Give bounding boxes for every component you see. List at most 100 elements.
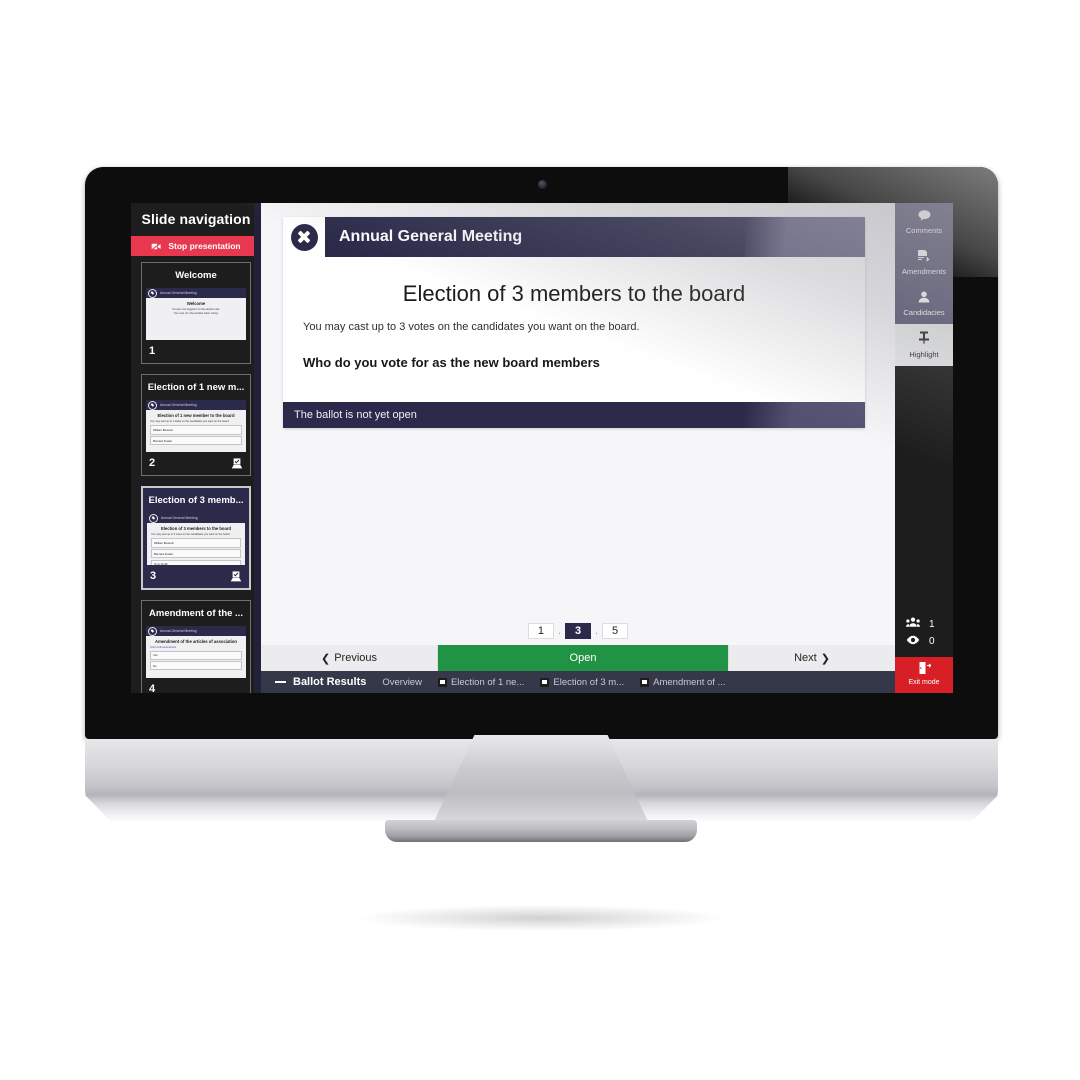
slide-thumbnail-preview: Annual General Meeting Welcome You are now… [146, 288, 246, 340]
logo-container [283, 217, 325, 257]
ballot-results-bar: Ballot Results Overview Election of 1 ne.… [261, 671, 895, 693]
slide-thumbnail-title: Amendment of the ... [142, 601, 250, 626]
pagination-ellipsis: . [557, 625, 561, 637]
ballot-box-icon [230, 570, 242, 582]
mini-slide-option: Bernard Fowler [151, 549, 241, 559]
previous-button[interactable]: ❮ Previous [261, 645, 438, 671]
x-mark-logo-icon [148, 288, 157, 298]
slide-thumbnail-2[interactable]: Election of 1 new m... Annual General Mee… [141, 374, 251, 476]
right-tool-rail: Comments Amendments Candidacies Highligh… [895, 203, 953, 693]
pagination-page-5[interactable]: 5 [602, 623, 629, 639]
ballot-results-title[interactable]: Ballot Results [275, 676, 366, 688]
ballot-results-tab-label: Amendment of ... [653, 676, 726, 688]
rail-counters: 1 0 [895, 609, 953, 657]
ballot-status-sheen [745, 402, 865, 428]
sidebar-scrollbar[interactable] [254, 203, 261, 693]
slide-title: Election of 3 members to the board [402, 281, 746, 306]
presentation-controls: ❮ Previous Open Next ❯ [261, 645, 895, 671]
mini-slide-body: Election of 3 members to the board You ma… [147, 523, 245, 565]
mini-slide-header-title: Annual General Meeting [160, 291, 197, 295]
next-button[interactable]: Next ❯ [728, 645, 895, 671]
mini-slide-body: Election of 1 new member to the board You… [146, 410, 246, 446]
ballot-results-tab[interactable]: Overview [382, 677, 422, 688]
stop-presentation-label: Stop presentation [168, 241, 241, 251]
rail-label-highlight: Highlight [909, 349, 939, 359]
mini-slide-header: Annual General Meeting [146, 626, 246, 636]
mini-slide-header-title: Annual General Meeting [161, 516, 198, 520]
slide-header: Annual General Meeting [283, 217, 865, 257]
exit-door-icon [897, 662, 951, 676]
mini-slide-body: Amendment of the articles of association… [146, 636, 246, 671]
slide-thumbnail-preview: Annual General Meeting Amendment of the a… [146, 626, 246, 678]
screen: Slide navigation Stop presentation Welco… [131, 203, 953, 693]
slide-question: Who do you vote for as the new board mem… [303, 355, 600, 370]
mini-slide-header-title: Annual General Meeting [160, 629, 197, 633]
slide-thumbnail-title: Election of 3 memb... [143, 488, 249, 513]
ballot-results-tabs[interactable]: Overview Election of 1 ne... Election of 3… [382, 677, 725, 688]
ballot-results-tab[interactable]: Election of 1 ne... [437, 676, 525, 688]
slide-navigation-title: Slide navigation [141, 211, 251, 227]
camera-off-icon [151, 241, 162, 251]
mini-slide-option: Yes [150, 650, 242, 660]
slide-body: Election of 3 members to the board You m… [283, 257, 865, 402]
pagination-page-1[interactable]: 1 [527, 623, 554, 639]
rail-spacer [895, 366, 953, 609]
exit-mode-button[interactable]: Exit mode [895, 657, 953, 693]
stop-presentation-button[interactable]: Stop presentation [131, 236, 261, 256]
slide-thumbnail-3[interactable]: Election of 3 memb... Annual General Meet… [141, 486, 251, 590]
slide-thumbnail-title: Welcome [142, 263, 250, 288]
slide-thumbnail-preview: Annual General Meeting Election of 1 new … [146, 400, 246, 452]
open-label: Open [569, 652, 597, 664]
rail-item-comments[interactable]: Comments [895, 203, 953, 243]
comment-bubble-icon [897, 210, 951, 223]
slide-thumbnail-4[interactable]: Amendment of the ... Annual General Meeti… [141, 600, 251, 693]
pagination[interactable]: 1.3.5 [261, 618, 895, 645]
pin-icon [897, 331, 951, 346]
slide-description: You may cast up to 3 votes on the candid… [303, 321, 640, 333]
x-mark-logo-icon [148, 626, 157, 636]
attendees-count: 1 [929, 618, 935, 630]
chevron-left-icon: ❮ [320, 652, 331, 665]
ballot-status-text: The ballot is not yet open [294, 409, 417, 421]
slide-thumbnail-list[interactable]: Welcome Annual General Meeting Welcome You … [131, 256, 261, 693]
document-edit-icon [897, 249, 951, 264]
mini-slide-header: Annual General Meeting [146, 400, 246, 410]
mini-slide-title: Welcome [186, 301, 206, 306]
rail-item-highlight[interactable]: Highlight [895, 324, 953, 366]
slide-number: 4 [149, 683, 156, 693]
slide-thumbnail-footer: 4 [142, 678, 250, 693]
mini-slide-title: Amendment of the articles of association [155, 639, 237, 644]
mini-slide-header: Annual General Meeting [146, 288, 246, 298]
slide-number: 1 [149, 345, 156, 357]
rail-item-amendments[interactable]: Amendments [895, 243, 953, 284]
monitor-stand-base [385, 820, 697, 842]
views-count: 0 [929, 636, 935, 647]
slide-thumbnail-footer: 3 [143, 565, 249, 588]
open-ballot-button[interactable]: Open [438, 645, 728, 671]
mini-slide-option: William Bostock [150, 425, 242, 435]
mini-slide-option: Tony Smith [151, 559, 241, 565]
ballot-results-label: Ballot Results [293, 676, 367, 688]
x-mark-logo-icon [148, 400, 157, 410]
presentation-viewport: Annual General Meeting Election of 3 mem… [261, 203, 895, 618]
monitor-shadow [360, 905, 722, 931]
pagination-ellipsis: . [595, 625, 599, 637]
mini-slide-line: You may cast up to 3 votes on the candid… [151, 533, 231, 536]
mini-slide-title: Election of 3 members to the board [160, 526, 232, 531]
ballot-results-tab[interactable]: Election of 3 m... [540, 677, 624, 688]
slide-header-sheen [745, 217, 865, 257]
mini-slide-link[interactable]: Link to full amendment [150, 646, 242, 649]
ballot-results-tab-label: Overview [382, 676, 422, 688]
slide-thumbnail-1[interactable]: Welcome Annual General Meeting Welcome You … [141, 262, 251, 364]
views-counter: 0 [895, 633, 953, 650]
rail-label-amendments: Amendments [901, 267, 947, 277]
next-label: Next [794, 652, 817, 664]
slide-thumbnail-title: Election of 1 new m... [142, 375, 250, 400]
eye-icon [906, 635, 920, 648]
monitor-body: Slide navigation Stop presentation Welco… [85, 167, 998, 739]
ballot-results-tab-label: Election of 1 ne... [450, 676, 525, 688]
ballot-results-tab[interactable]: Amendment of ... [640, 677, 725, 688]
rail-item-candidacies[interactable]: Candidacies [895, 284, 953, 325]
rail-label-candidacies: Candidacies [903, 307, 945, 317]
pagination-page-3[interactable]: 3 [565, 623, 591, 639]
